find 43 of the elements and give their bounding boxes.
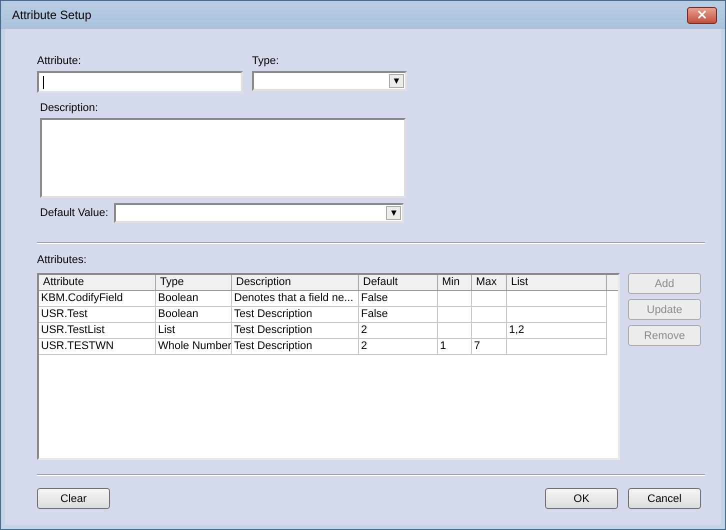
table-cell: USR.Test bbox=[39, 307, 156, 323]
table-cell bbox=[472, 307, 507, 323]
description-field[interactable] bbox=[40, 118, 406, 198]
table-cell: 2 bbox=[359, 323, 438, 339]
column-header[interactable]: Min bbox=[438, 275, 472, 290]
table-cell: Whole Number bbox=[156, 339, 232, 355]
dialog-button[interactable]: Cancel bbox=[628, 488, 701, 509]
table-cell bbox=[438, 307, 472, 323]
table-cell: Test Description bbox=[232, 323, 359, 339]
table-cell bbox=[438, 291, 472, 307]
table-cell: False bbox=[359, 291, 438, 307]
column-header[interactable]: List bbox=[507, 275, 607, 290]
table-cell: Boolean bbox=[156, 307, 232, 323]
column-header[interactable]: Default bbox=[359, 275, 438, 290]
attribute-field[interactable] bbox=[37, 71, 243, 93]
column-header[interactable]: Max bbox=[472, 275, 507, 290]
dialog-button[interactable]: OK bbox=[545, 488, 618, 509]
table-cell bbox=[472, 291, 507, 307]
attributes-label: Attributes: bbox=[37, 254, 88, 267]
description-label: Description: bbox=[40, 102, 100, 115]
table-cell: 2 bbox=[359, 339, 438, 355]
column-header[interactable]: Attribute bbox=[39, 275, 156, 290]
table-cell: 1 bbox=[438, 339, 472, 355]
table-cell: USR.TestList bbox=[39, 323, 156, 339]
table-cell: 1,2 bbox=[507, 323, 607, 339]
table-cell: 7 bbox=[472, 339, 507, 355]
table-cell: Test Description bbox=[232, 339, 359, 355]
column-header[interactable]: Type bbox=[156, 275, 232, 290]
column-header[interactable]: Description bbox=[232, 275, 359, 290]
window-title: Attribute Setup bbox=[12, 8, 92, 22]
default-value-label: Default Value: bbox=[40, 206, 108, 220]
type-label: Type: bbox=[252, 55, 280, 68]
table-cell: List bbox=[156, 323, 232, 339]
table-cell: Boolean bbox=[156, 291, 232, 307]
table-cell: USR.TESTWN bbox=[39, 339, 156, 355]
clear-button[interactable]: Clear bbox=[37, 488, 110, 509]
table-cell bbox=[438, 323, 472, 339]
table-cell: False bbox=[359, 307, 438, 323]
table-cell: Denotes that a field ne... bbox=[232, 291, 359, 307]
table-cell: KBM.CodifyField bbox=[39, 291, 156, 307]
attribute-label: Attribute: bbox=[37, 55, 82, 68]
table-cell bbox=[472, 323, 507, 339]
table-cell: Test Description bbox=[232, 307, 359, 323]
